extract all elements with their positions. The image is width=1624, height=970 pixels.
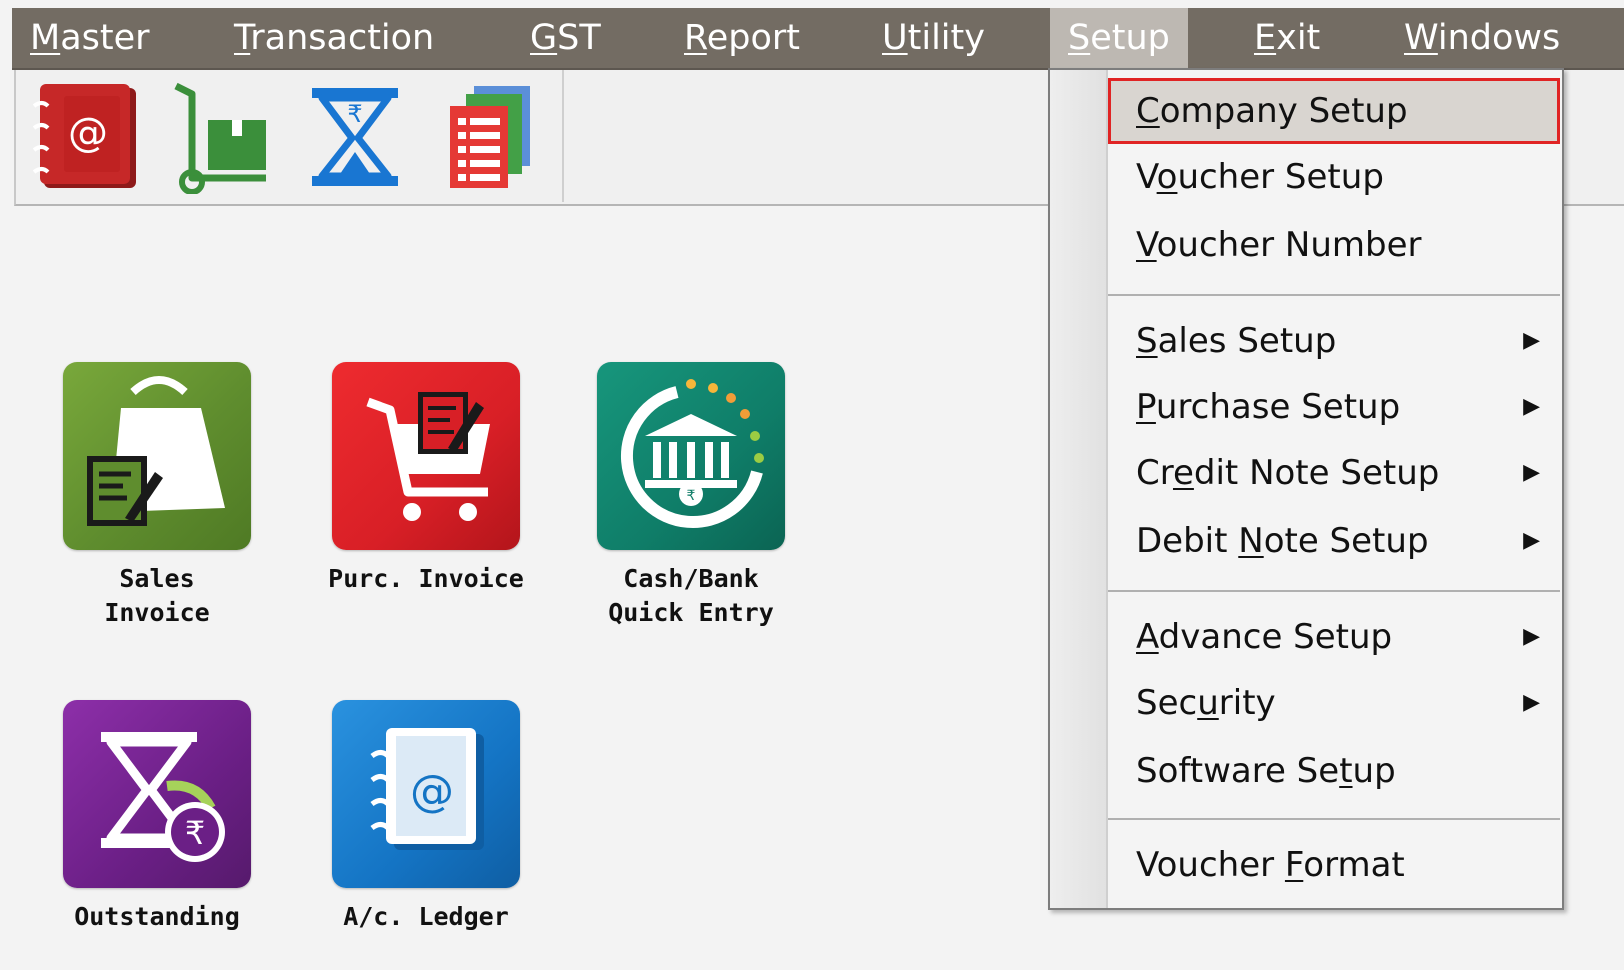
toolbar-address-book-button[interactable]: @ [30,82,140,194]
menu-setup-label: etup [1090,18,1170,58]
menu-item-label: Voucher Number [1136,225,1422,265]
menu-separator [1108,590,1560,592]
menu-gst-mnemonic: G [530,18,558,58]
menu-utility-mnemonic: U [882,18,908,58]
menu-transaction-mnemonic: T [234,18,251,58]
shopping-cart-icon [332,362,520,550]
submenu-arrow-icon: ▶ [1523,394,1540,419]
menu-item-sales-setup[interactable]: Sales Setup ▶ [1108,308,1560,374]
menu-item-software-setup[interactable]: Software Setup [1108,738,1560,804]
tile-cash-bank-label: Cash/Bank Quick Entry [608,564,774,627]
menu-windows[interactable]: Windows [1404,8,1560,68]
tile-sales-invoice-label: Sales Invoice [104,564,210,627]
menu-report-label: eport [706,18,801,58]
menu-item-label: Purchase Setup [1136,387,1401,427]
toolbar-documents-button[interactable] [440,82,550,194]
address-book-icon: @ [332,700,520,888]
menu-item-label: Sales Setup [1136,321,1337,361]
svg-text:₹: ₹ [687,488,696,504]
submenu-arrow-icon: ▶ [1523,624,1540,649]
menu-master-mnemonic: M [30,18,61,58]
address-book-icon: @ [32,84,136,188]
stacked-documents-icon [450,86,530,188]
menu-item-label: Debit Note Setup [1136,521,1429,561]
menu-utility[interactable]: Utility [882,8,985,68]
tile-outstanding[interactable]: ₹ Outstanding [63,700,253,934]
tile-ac-ledger-label: A/c. Ledger [343,902,509,931]
svg-text:₹: ₹ [347,100,362,128]
menu-item-advance-setup[interactable]: Advance Setup ▶ [1108,604,1560,670]
menu-separator [1108,818,1560,820]
menu-item-debit-note-setup[interactable]: Debit Note Setup ▶ [1108,508,1560,574]
menu-item-security[interactable]: Security ▶ [1108,670,1560,736]
menu-utility-label: tility [907,18,985,58]
tile-sales-invoice[interactable]: Sales Invoice [63,362,253,630]
menu-item-company-setup[interactable]: Company Setup [1108,78,1560,144]
menu-report-mnemonic: R [684,18,707,58]
menu-item-label: Advance Setup [1136,617,1393,657]
submenu-arrow-icon: ▶ [1523,690,1540,715]
menu-setup[interactable]: Setup [1050,8,1188,68]
menu-item-label: Company Setup [1136,91,1408,131]
menu-exit[interactable]: Exit [1254,8,1320,68]
menu-icon-gutter [1050,70,1108,908]
menu-setup-mnemonic: S [1068,18,1091,58]
menu-item-label: Security [1136,683,1276,723]
tile-purc-invoice[interactable]: Purc. Invoice [328,362,524,596]
hourglass-rupee-icon: ₹ [312,88,398,186]
menu-item-label: Voucher Setup [1136,157,1384,197]
tile-outstanding-label: Outstanding [74,902,240,931]
submenu-arrow-icon: ▶ [1523,460,1540,485]
menu-item-credit-note-setup[interactable]: Credit Note Setup ▶ [1108,440,1560,506]
tile-ac-ledger[interactable]: @ A/c. Ledger [332,700,522,934]
menu-item-voucher-number[interactable]: Voucher Number [1108,212,1560,278]
toolbar-outstanding-button[interactable]: ₹ [300,82,410,194]
svg-text:@: @ [410,766,454,817]
bank-icon: ₹ [597,362,785,550]
menu-bar: Master Transaction GST Report Utility Se… [12,8,1624,70]
toolbar-stock-button[interactable] [168,82,278,195]
submenu-arrow-icon: ▶ [1523,528,1540,553]
submenu-arrow-icon: ▶ [1523,328,1540,353]
menu-report[interactable]: Report [684,8,800,68]
menu-item-voucher-format[interactable]: Voucher Format [1108,832,1560,898]
menu-separator [1108,294,1560,296]
menu-item-voucher-setup[interactable]: Voucher Setup [1108,144,1560,210]
menu-exit-mnemonic: E [1254,18,1277,58]
menu-exit-label: xit [1276,18,1321,58]
setup-dropdown-menu: Company Setup Voucher Setup Voucher Number… [1048,68,1564,910]
svg-text:₹: ₹ [185,814,205,852]
menu-windows-mnemonic: W [1404,18,1438,58]
menu-master-label: aster [60,18,150,58]
toolbar-separator [562,70,564,202]
shopping-bag-icon [63,362,251,550]
menu-transaction-label: ransaction [250,18,435,58]
menu-item-purchase-setup[interactable]: Purchase Setup ▶ [1108,374,1560,440]
svg-text:@: @ [68,110,108,156]
menu-item-label: Software Setup [1136,751,1396,791]
tile-purc-invoice-label: Purc. Invoice [328,564,524,593]
menu-gst-label: ST [557,18,601,58]
menu-gst[interactable]: GST [530,8,601,68]
tile-cash-bank-quick-entry[interactable]: ₹ Cash/Bank Quick Entry [597,362,787,630]
menu-master[interactable]: Master [30,8,150,68]
menu-item-label: Voucher Format [1136,845,1405,885]
menu-windows-label: indows [1437,18,1561,58]
menu-item-label: Credit Note Setup [1136,453,1440,493]
hand-truck-icon [174,82,266,195]
hourglass-rupee-icon: ₹ [63,700,251,888]
menu-transaction[interactable]: Transaction [234,8,434,68]
